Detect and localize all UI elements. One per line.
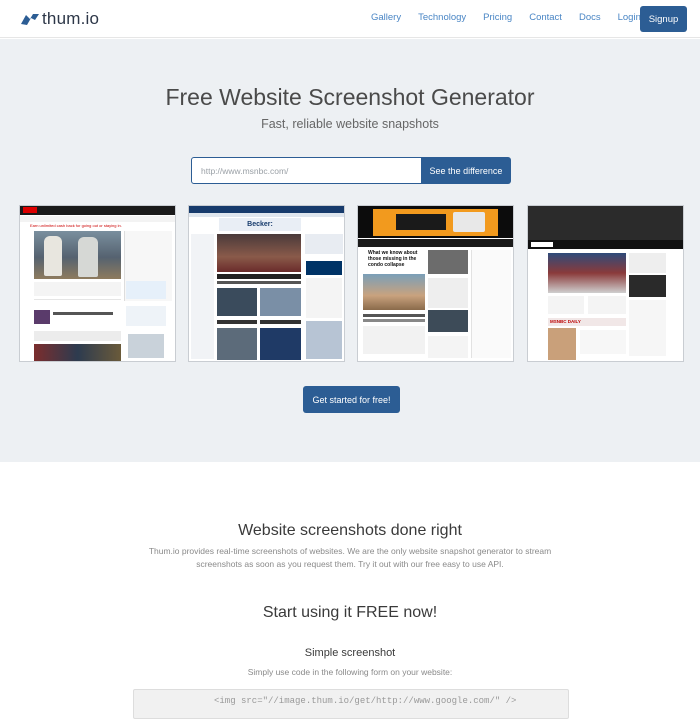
nav-link-pricing[interactable]: Pricing — [483, 12, 512, 23]
screenshot-fox-news[interactable]: Becker: — [188, 205, 345, 362]
nav-link-login[interactable]: Login — [618, 12, 641, 23]
nav-link-gallery[interactable]: Gallery — [371, 12, 401, 23]
nav-link-technology[interactable]: Technology — [418, 12, 466, 23]
hero-section: Free Website Screenshot Generator Fast, … — [0, 39, 700, 462]
code-sample[interactable]: <img src="//image.thum.io/get/http://www… — [133, 689, 569, 719]
logo[interactable]: thum.io — [20, 9, 99, 29]
screenshot-espn-headline: Earn unlimited cash back for going out o… — [30, 223, 122, 228]
logo-text: thum.io — [42, 9, 100, 28]
screenshot-cnn-headline: What we know about those missing in the … — [368, 250, 418, 268]
screenshot-fox-headline: Becker: — [219, 218, 301, 231]
hero-title: Free Website Screenshot Generator — [165, 84, 535, 110]
see-difference-button[interactable]: See the difference — [421, 157, 511, 184]
get-started-button[interactable]: Get started for free! — [303, 386, 400, 413]
screenshot-cnn[interactable]: What we know about those missing in the … — [357, 205, 514, 362]
screenshot-msnbc-headline: MSNBC DAILY — [548, 318, 626, 326]
logo-icon — [21, 14, 39, 25]
features-description: Thum.io provides real-time screenshots o… — [148, 546, 552, 569]
nav-links: Gallery Technology Pricing Contact Docs … — [371, 12, 658, 23]
free-title: Start using it FREE now! — [262, 604, 438, 621]
screenshot-espn[interactable]: Earn unlimited cash back for going out o… — [19, 205, 176, 362]
simple-screenshot-description: Simply use code in the following form on… — [247, 667, 453, 677]
nav-link-docs[interactable]: Docs — [579, 12, 601, 23]
nav-link-contact[interactable]: Contact — [529, 12, 562, 23]
screenshot-gallery: Earn unlimited cash back for going out o… — [19, 205, 685, 362]
url-form: See the difference — [191, 157, 511, 184]
url-input[interactable] — [191, 157, 422, 184]
top-nav: thum.io Gallery Technology Pricing Conta… — [0, 0, 700, 38]
hero-subtitle: Fast, reliable website snapshots — [261, 117, 439, 131]
simple-screenshot-title: Simple screenshot — [304, 647, 396, 659]
screenshot-msnbc[interactable]: MSNBC DAILY — [527, 205, 684, 362]
signup-button[interactable]: Signup — [640, 6, 687, 32]
features-title: Website screenshots done right — [238, 522, 462, 539]
